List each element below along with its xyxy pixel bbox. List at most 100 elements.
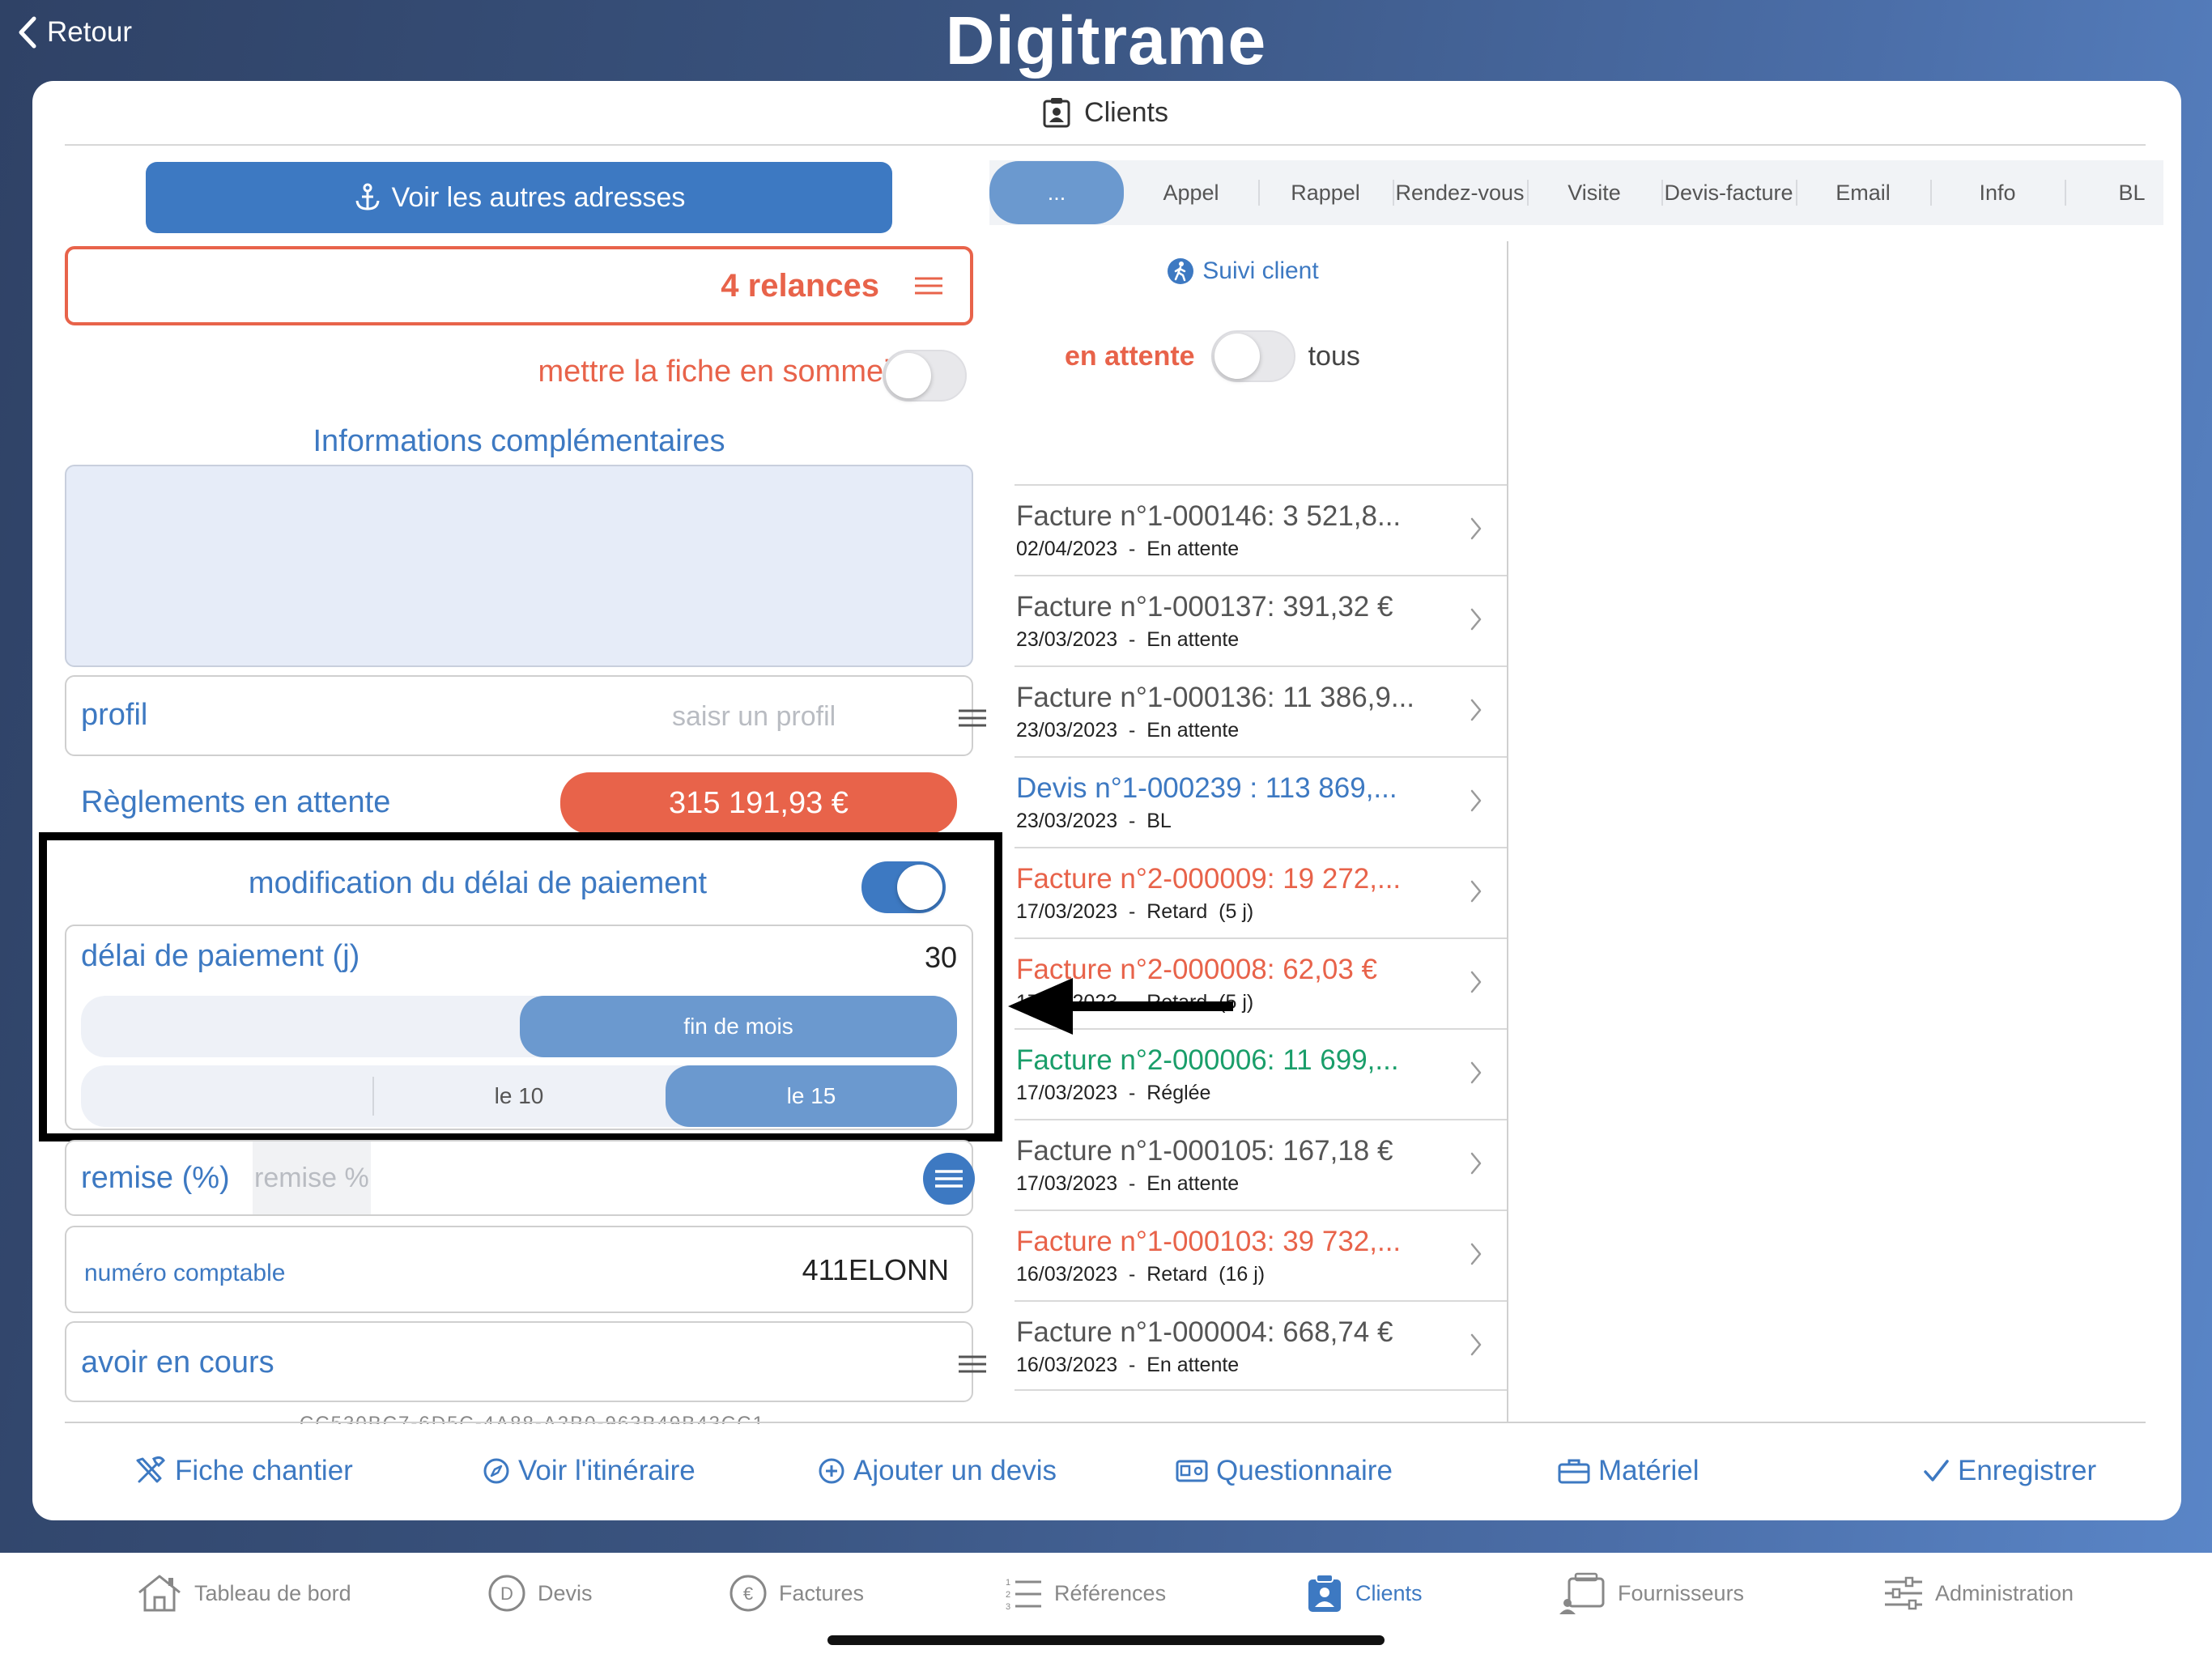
nav-label: Devis bbox=[538, 1580, 593, 1605]
list-item[interactable]: Facture n°1-000004: 668,74 € 16/03/2023 -… bbox=[1015, 1300, 1507, 1391]
month-segment-control[interactable]: fin de mois bbox=[81, 996, 957, 1057]
euro-circle-icon: € bbox=[730, 1575, 767, 1612]
tab-email[interactable]: Email bbox=[1796, 168, 1930, 217]
tab-bl[interactable]: BL bbox=[2065, 168, 2181, 217]
remise-label: remise (%) bbox=[81, 1161, 230, 1195]
avoir-field[interactable]: avoir en cours bbox=[65, 1321, 986, 1402]
fiche-chantier-button[interactable]: Fiche chantier bbox=[133, 1451, 353, 1491]
remise-input[interactable]: remise % bbox=[253, 1141, 371, 1214]
tab-devis-facture[interactable]: Devis-facture bbox=[1661, 168, 1796, 217]
nav-references[interactable]: 1 2 3 Références bbox=[1004, 1569, 1166, 1618]
nav-fournisseurs[interactable]: Fournisseurs bbox=[1558, 1569, 1744, 1618]
chevron-right-icon bbox=[1470, 517, 1482, 540]
numero-comptable-field[interactable]: numéro comptable 411ELONN bbox=[65, 1226, 973, 1313]
segment-le-15[interactable]: le 15 bbox=[666, 1065, 957, 1127]
profil-field[interactable]: profil saisr un profil bbox=[65, 675, 986, 756]
remise-field[interactable]: remise (%) remise % bbox=[65, 1140, 975, 1216]
list-item-subtitle: 23/03/2023 - BL bbox=[1016, 810, 1172, 833]
voir-itineraire-button[interactable]: Voir l'itinéraire bbox=[483, 1451, 696, 1491]
svg-text:3: 3 bbox=[1006, 1602, 1010, 1611]
list-item[interactable]: Devis n°1-000239 : 113 869,... 23/03/2023… bbox=[1015, 756, 1507, 847]
delay-mod-toggle[interactable] bbox=[861, 861, 946, 913]
see-other-addresses-button[interactable]: Voir les autres adresses bbox=[146, 162, 892, 233]
clients-icon bbox=[1308, 1574, 1341, 1612]
list-item-status: En attente bbox=[1146, 1172, 1240, 1195]
filter-toggle[interactable] bbox=[1210, 330, 1295, 382]
list-item[interactable]: Facture n°1-000136: 11 386,9... 23/03/202… bbox=[1015, 665, 1507, 756]
list-item-status: Réglée bbox=[1146, 1082, 1211, 1104]
app-logo: Digitrame bbox=[945, 2, 1267, 79]
menu-lines-icon[interactable] bbox=[959, 709, 986, 727]
actions-divider bbox=[65, 1422, 2146, 1423]
materiel-button[interactable]: Matériel bbox=[1558, 1451, 1699, 1491]
list-item-date: 16/03/2023 bbox=[1016, 1263, 1118, 1286]
reglements-amount-badge[interactable]: 315 191,93 € bbox=[560, 772, 957, 834]
list-item-subtitle: 17/03/2023 - Retard (5 j) bbox=[1016, 900, 1253, 924]
nav-factures[interactable]: € Factures bbox=[729, 1569, 864, 1618]
list-item[interactable]: Facture n°2-000009: 19 272,... 17/03/2023… bbox=[1015, 847, 1507, 937]
sliders-icon bbox=[1885, 1576, 1922, 1610]
list-item[interactable]: Facture n°2-000006: 11 699,... 17/03/2023… bbox=[1015, 1028, 1507, 1119]
tab-visite[interactable]: Visite bbox=[1527, 168, 1661, 217]
list-item-date: 23/03/2023 bbox=[1016, 719, 1118, 742]
nav-clients[interactable]: Clients bbox=[1305, 1569, 1423, 1618]
segment-fin-de-mois[interactable]: fin de mois bbox=[520, 996, 957, 1057]
list-item-title: Facture n°1-000136: 11 386,9... bbox=[1016, 682, 1415, 713]
top-bar: Retour Digitrame bbox=[0, 0, 2212, 81]
nav-devis[interactable]: D Devis bbox=[487, 1569, 593, 1618]
relances-button[interactable]: 4 relances bbox=[65, 246, 973, 325]
list-item-separator: - bbox=[1117, 1263, 1147, 1286]
nav-label: Références bbox=[1054, 1580, 1167, 1605]
delay-mod-label: modification du délai de paiement bbox=[248, 866, 708, 900]
sleep-label: mettre la fiche en sommeil bbox=[538, 355, 898, 389]
list-item-status: En attente bbox=[1146, 719, 1240, 742]
chevron-right-icon bbox=[1470, 1333, 1482, 1356]
nav-tableau-de-bord[interactable]: Tableau de bord bbox=[136, 1569, 351, 1618]
list-item-separator: - bbox=[1117, 719, 1147, 742]
numero-value[interactable]: 411ELONN bbox=[802, 1253, 949, 1287]
ajouter-devis-button[interactable]: Ajouter un devis bbox=[818, 1451, 1057, 1491]
list-item-subtitle: 23/03/2023 - En attente bbox=[1016, 719, 1239, 742]
tab-more[interactable]: ... bbox=[989, 161, 1124, 224]
menu-lines-icon[interactable] bbox=[959, 1355, 986, 1373]
filter-tous-label: tous bbox=[1308, 340, 1360, 372]
suppliers-icon bbox=[1559, 1572, 1605, 1614]
list-item-title: Devis n°1-000239 : 113 869,... bbox=[1016, 772, 1397, 804]
remise-menu-button[interactable] bbox=[923, 1153, 975, 1205]
tab-rappel[interactable]: Rappel bbox=[1258, 168, 1393, 217]
suivi-label: Suivi client bbox=[1202, 257, 1319, 284]
action-label: Matériel bbox=[1598, 1455, 1699, 1486]
svg-text:2: 2 bbox=[1006, 1590, 1010, 1600]
tab-rendez-vous[interactable]: Rendez-vous bbox=[1393, 168, 1527, 217]
delay-value[interactable]: 30 bbox=[925, 941, 957, 975]
list-item-date: 17/03/2023 bbox=[1016, 900, 1118, 923]
list-item[interactable]: Facture n°1-000137: 391,32 € 23/03/2023 -… bbox=[1015, 575, 1507, 665]
list-item[interactable]: Facture n°1-000146: 3 521,8... 02/04/2023… bbox=[1015, 484, 1507, 575]
list-item[interactable]: Facture n°1-000103: 39 732,... 16/03/2023… bbox=[1015, 1209, 1507, 1300]
info-textarea[interactable] bbox=[65, 465, 973, 667]
nav-label: Factures bbox=[779, 1580, 865, 1605]
day-segment-control[interactable]: le 10 le 15 bbox=[81, 1065, 957, 1127]
chevron-right-icon bbox=[1470, 971, 1482, 993]
enregistrer-button[interactable]: Enregistrer bbox=[1922, 1451, 2096, 1491]
delay-field: délai de paiement (j) 30 fin de mois le … bbox=[65, 925, 973, 1130]
list-item[interactable]: Facture n°1-000105: 167,18 € 17/03/2023 -… bbox=[1015, 1119, 1507, 1209]
sleep-toggle[interactable] bbox=[883, 350, 967, 402]
nav-administration[interactable]: Administration bbox=[1883, 1569, 2074, 1618]
list-item-separator: - bbox=[1117, 628, 1147, 651]
anchor-icon bbox=[355, 183, 380, 210]
page-title: Clients bbox=[1084, 96, 1168, 128]
numero-label: numéro comptable bbox=[84, 1260, 286, 1286]
list-item-subtitle: 16/03/2023 - Retard (16 j) bbox=[1016, 1263, 1265, 1286]
list-item-title: Facture n°2-000009: 19 272,... bbox=[1016, 863, 1402, 895]
segment-le-10[interactable]: le 10 bbox=[374, 1065, 664, 1127]
chevron-right-icon bbox=[1470, 699, 1482, 721]
svg-text:D: D bbox=[500, 1584, 513, 1604]
tab-info[interactable]: Info bbox=[1930, 168, 2065, 217]
suivi-client-link[interactable]: Suivi client bbox=[980, 257, 1506, 285]
see-other-addresses-label: Voir les autres adresses bbox=[391, 181, 686, 213]
questionnaire-button[interactable]: Questionnaire bbox=[1176, 1451, 1393, 1491]
tab-appel[interactable]: Appel bbox=[1124, 168, 1258, 217]
list-item-date: 17/03/2023 bbox=[1016, 1172, 1118, 1195]
action-label: Fiche chantier bbox=[175, 1455, 353, 1486]
